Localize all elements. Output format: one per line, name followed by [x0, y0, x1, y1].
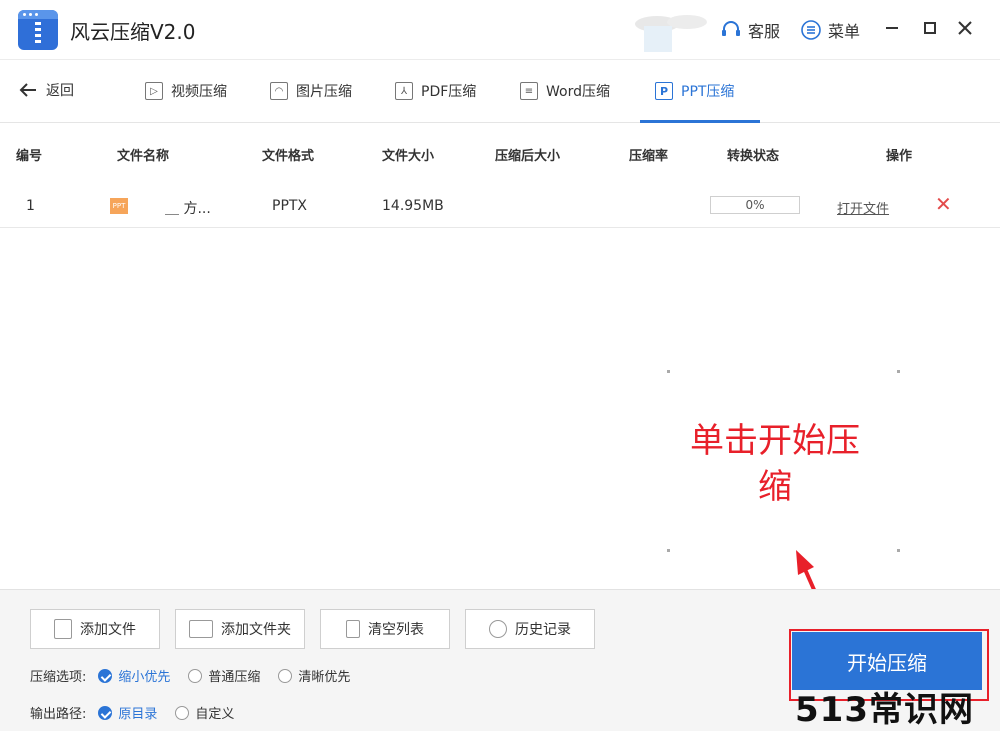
open-file-link[interactable]: 打开文件 — [837, 198, 889, 217]
add-file-button[interactable]: 添加文件 — [30, 609, 160, 649]
column-header: 压缩后大小 — [495, 149, 561, 164]
history-label: 历史记录 — [515, 622, 571, 638]
radio-custom[interactable]: 自定义 — [175, 703, 234, 722]
menu-button[interactable]: 菜单 — [800, 18, 860, 42]
column-header: 压缩率 — [629, 149, 669, 164]
close-icon — [958, 21, 972, 35]
clock-icon — [489, 620, 507, 638]
active-tab-indicator — [640, 120, 760, 123]
column-header: 转换状态 — [727, 149, 780, 164]
maximize-icon — [924, 22, 936, 34]
table-header: 编号 文件名称 文件格式 文件大小 压缩后大小 压缩率 转换状态 操作 — [0, 124, 1000, 182]
selection-corner — [897, 549, 900, 552]
title-bar: 风云压缩V2.0 客服 菜单 — [0, 0, 1000, 60]
add-file-label: 添加文件 — [80, 622, 136, 638]
ppt-file-icon: PPT — [110, 198, 128, 214]
radio-unchecked-icon — [188, 668, 203, 683]
add-folder-button[interactable]: 添加文件夹 — [175, 609, 305, 649]
app-title: 风云压缩V2.0 — [70, 20, 196, 44]
add-folder-icon — [189, 620, 213, 638]
add-folder-label: 添加文件夹 — [221, 622, 291, 638]
column-header: 操作 — [886, 149, 913, 164]
word-icon: ≡ — [520, 82, 538, 100]
radio-label: 自定义 — [195, 707, 235, 722]
conversion-progress: 0% — [710, 196, 800, 214]
video-icon: ▷ — [145, 82, 163, 100]
close-button[interactable] — [955, 18, 975, 38]
radio-normal[interactable]: 普通压缩 — [188, 666, 260, 685]
output-path-options: 输出路径: 原目录 自定义 — [30, 703, 252, 722]
tab-word[interactable]: ≡ Word压缩 — [520, 60, 610, 122]
headset-icon — [722, 21, 740, 36]
radio-label: 清晰优先 — [298, 670, 351, 685]
tab-label: 视频压缩 — [171, 84, 227, 100]
tab-video[interactable]: ▷ 视频压缩 — [145, 60, 227, 122]
customer-service-button[interactable]: 客服 — [720, 18, 780, 42]
tab-ppt[interactable]: P PPT压缩 — [655, 60, 734, 122]
menu-label: 菜单 — [828, 22, 861, 41]
compress-options-label: 压缩选项: — [30, 670, 87, 685]
table-row[interactable]: 1 PPT ＿ 方... PPTX 14.95MB 0% 打开文件 ✕ — [0, 182, 1000, 228]
tab-pdf[interactable]: ⅄ PDF压缩 — [395, 60, 476, 122]
column-header: 文件名称 — [117, 149, 170, 164]
selection-corner — [897, 370, 900, 373]
minimize-button[interactable] — [882, 18, 902, 38]
tab-bar: 返回 ▷ 视频压缩 ◠ 图片压缩 ⅄ PDF压缩 ≡ Word压缩 P PPT压… — [0, 60, 1000, 123]
radio-shrink-first[interactable]: 缩小优先 — [98, 666, 170, 685]
annotation-text: 单击开始压缩 — [690, 421, 860, 507]
clear-list-label: 清空列表 — [368, 622, 424, 638]
file-size: 14.95MB — [382, 198, 444, 214]
selection-corner — [667, 549, 670, 552]
tab-label: PDF压缩 — [421, 84, 477, 100]
app-logo-icon — [18, 10, 58, 50]
delete-icon[interactable]: ✕ — [935, 192, 952, 216]
radio-checked-icon — [98, 705, 113, 720]
tab-image[interactable]: ◠ 图片压缩 — [270, 60, 352, 122]
radio-original-dir[interactable]: 原目录 — [98, 703, 157, 722]
pdf-icon: ⅄ — [395, 82, 413, 100]
back-button[interactable]: 返回 — [18, 80, 74, 100]
image-icon: ◠ — [270, 82, 288, 100]
selection-corner — [667, 370, 670, 373]
trash-icon — [346, 620, 360, 638]
radio-checked-icon — [98, 668, 113, 683]
radio-clarity-first[interactable]: 清晰优先 — [278, 666, 350, 685]
tab-label: 图片压缩 — [296, 84, 352, 100]
history-button[interactable]: 历史记录 — [465, 609, 595, 649]
minimize-icon — [886, 27, 898, 29]
column-header: 编号 — [16, 149, 43, 164]
column-header: 文件大小 — [382, 149, 435, 164]
output-path-label: 输出路径: — [30, 707, 87, 722]
watermark: 513常识网 — [795, 690, 974, 730]
radio-label: 普通压缩 — [208, 670, 261, 685]
radio-unchecked-icon — [175, 705, 190, 720]
compress-options: 压缩选项: 缩小优先 普通压缩 清晰优先 — [30, 666, 368, 685]
maximize-button[interactable] — [920, 18, 940, 38]
file-name: ＿ 方... — [165, 201, 211, 217]
clear-list-button[interactable]: 清空列表 — [320, 609, 450, 649]
customer-service-label: 客服 — [748, 22, 781, 41]
radio-unchecked-icon — [278, 668, 293, 683]
add-file-icon — [54, 619, 72, 639]
radio-label: 原目录 — [118, 707, 158, 722]
back-label: 返回 — [46, 83, 74, 99]
row-index: 1 — [26, 198, 35, 214]
menu-icon — [801, 20, 821, 40]
arrow-left-icon — [19, 83, 36, 97]
file-format: PPTX — [272, 198, 308, 214]
ppt-icon: P — [655, 82, 673, 100]
tab-label: PPT压缩 — [681, 84, 735, 100]
tab-label: Word压缩 — [546, 84, 610, 100]
cloud-decoration-icon — [635, 15, 707, 52]
column-header: 文件格式 — [262, 149, 315, 164]
radio-label: 缩小优先 — [118, 670, 171, 685]
